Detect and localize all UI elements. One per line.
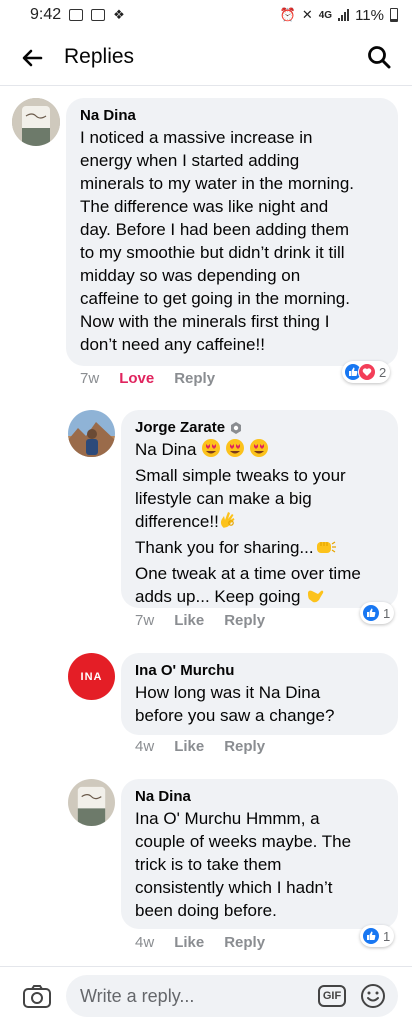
reply-composer: GIF: [0, 966, 412, 1024]
battery-icon: [390, 8, 398, 22]
comment-line: lifestyle can make a big: [135, 489, 312, 508]
like-button[interactable]: Like: [174, 934, 204, 951]
like-reaction-icon: [362, 604, 380, 622]
comment-author[interactable]: Jorge Zarate: [135, 418, 225, 438]
like-button[interactable]: Like: [174, 612, 204, 629]
mute-icon: ✕: [301, 7, 313, 22]
avatar-logo-text: INA: [80, 670, 103, 683]
status-bar: 9:42 ❖ ⏰ ✕ 4G 11%: [0, 0, 412, 30]
gif-button[interactable]: GIF: [318, 985, 346, 1007]
reaction-count: 1: [383, 605, 391, 621]
reply-button[interactable]: Reply: [224, 612, 265, 629]
comment-line: Thank you for sharing...: [135, 536, 384, 562]
comment-bubble[interactable]: Ina O' Murchu How long was it Na Dina be…: [121, 653, 398, 735]
comment-time: 4w: [135, 934, 155, 951]
call-me-hand-emoji-icon: [305, 585, 325, 611]
comment-line: difference!!: [135, 510, 384, 536]
emoji-icon[interactable]: [360, 983, 386, 1009]
comment-line-text: adds up... Keep going: [135, 587, 301, 606]
like-button[interactable]: Like: [174, 738, 204, 755]
comment-line: Small simple tweaks to your: [135, 466, 346, 485]
comment-author[interactable]: Ina O' Murchu: [135, 661, 384, 681]
comment-line: One tweak at a time over time: [135, 564, 361, 583]
comment-text: I noticed a massive increase in energy w…: [80, 128, 354, 354]
comment-actions: 7w Love Reply: [80, 370, 215, 387]
reply-button[interactable]: Reply: [224, 934, 265, 951]
status-time: 9:42: [30, 6, 62, 23]
avatar[interactable]: [12, 98, 60, 146]
reaction-summary[interactable]: 2: [342, 361, 391, 383]
back-arrow-icon[interactable]: [20, 46, 44, 70]
app-header: Replies: [0, 30, 412, 86]
fist-bump-emoji-icon: [314, 538, 336, 562]
signal-icon: [338, 9, 350, 21]
avatar[interactable]: INA: [68, 653, 115, 700]
ok-hand-emoji-icon: [219, 510, 237, 536]
avatar[interactable]: [68, 779, 115, 826]
comment-actions: 4w Like Reply: [135, 738, 265, 755]
reaction-count: 2: [379, 364, 387, 380]
app-notification-icon: [91, 9, 106, 21]
like-reaction-icon: [362, 927, 380, 945]
love-reaction-icon: [358, 363, 376, 381]
reply-input[interactable]: [66, 975, 398, 1017]
reaction-summary[interactable]: 1: [360, 925, 395, 947]
camera-icon[interactable]: [22, 983, 52, 1009]
comment-time: 7w: [135, 612, 155, 629]
top-fan-badge-icon: [231, 422, 242, 434]
comment-time: 4w: [135, 738, 155, 755]
comment-author[interactable]: Na Dina: [135, 787, 384, 807]
reply-button[interactable]: Reply: [224, 738, 265, 755]
comment-bubble[interactable]: Jorge Zarate Na Dina Small simple tweaks…: [121, 410, 398, 608]
battery-level: 11%: [355, 6, 384, 24]
comment-line: adds up... Keep going: [135, 585, 384, 611]
comment-actions: 4w Like Reply: [135, 934, 265, 951]
search-icon[interactable]: [366, 44, 392, 70]
dropbox-icon: ❖: [113, 7, 125, 22]
mention-link[interactable]: Na Dina: [135, 440, 196, 459]
reaction-count: 1: [383, 928, 391, 944]
comment-bubble[interactable]: Na Dina Ina O' Murchu Hmmm, a couple of …: [121, 779, 398, 929]
comment-text: Ina O' Murchu Hmmm, a couple of weeks ma…: [135, 809, 352, 920]
reply-button[interactable]: Reply: [174, 370, 215, 387]
page-title: Replies: [64, 45, 135, 68]
gallery-notification-icon: [69, 9, 84, 21]
comment-author-row: Jorge Zarate: [135, 418, 384, 438]
avatar[interactable]: [68, 410, 115, 457]
network-type: 4G: [318, 9, 333, 21]
comment-actions: 7w Like Reply: [135, 612, 265, 629]
alarm-icon: ⏰: [279, 7, 296, 22]
comment-bubble[interactable]: Na Dina I noticed a massive increase in …: [66, 98, 398, 366]
reaction-summary[interactable]: 1: [360, 602, 395, 624]
comment-text: Na Dina: [135, 438, 384, 464]
comment-text: How long was it Na Dina before you saw a…: [135, 683, 335, 725]
love-button[interactable]: Love: [119, 370, 154, 387]
comment-line-text: Thank you for sharing...: [135, 538, 314, 557]
comment-time: 7w: [80, 370, 100, 387]
comment-line-text: difference!!: [135, 512, 219, 531]
comment-author[interactable]: Na Dina: [80, 106, 384, 126]
heart-eyes-emoji-icon: [201, 438, 269, 464]
